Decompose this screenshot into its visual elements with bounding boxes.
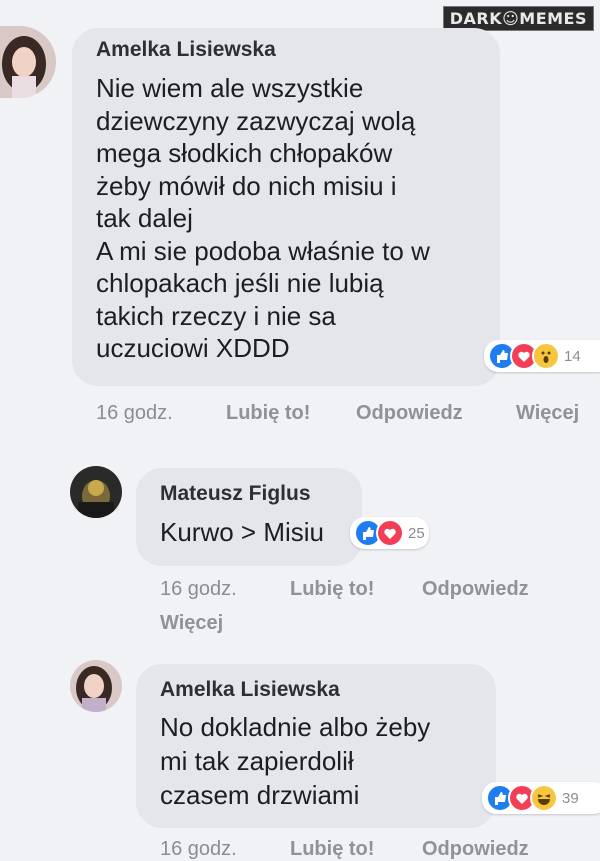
comment-actions: 16 godz. Lubię to! Odpowiedz bbox=[160, 838, 529, 861]
comment-line: No dokladnie albo żeby bbox=[160, 712, 431, 742]
comment-line: mega słodkich chłopaków bbox=[96, 138, 393, 168]
comment-actions: 16 godz. Lubię to! Odpowiedz bbox=[160, 578, 529, 601]
reaction-count: 25 bbox=[408, 524, 425, 542]
reactions-summary[interactable]: 25 bbox=[350, 517, 429, 549]
comment-line: chlopakach jeśli nie lubią bbox=[96, 268, 384, 298]
comment-text: Kurwo > Misiu bbox=[160, 516, 324, 548]
comment-line: uczuciowi XDDD bbox=[96, 333, 290, 363]
comment-timestamp[interactable]: 16 godz. bbox=[96, 402, 226, 425]
comment-text: No dokladnie albo żeby mi tak zapierdoli… bbox=[160, 710, 430, 812]
comment-actions-more: Więcej bbox=[160, 612, 223, 635]
avatar[interactable] bbox=[70, 660, 122, 712]
reactions-summary[interactable]: 14 bbox=[484, 340, 600, 372]
comment-line: żeby mówił do nich misiu i bbox=[96, 170, 397, 201]
reactions-summary[interactable]: 39 bbox=[482, 782, 600, 814]
avatar[interactable] bbox=[70, 466, 122, 518]
comment-line: mi tak zapierdolił bbox=[160, 746, 354, 776]
more-link[interactable]: Więcej bbox=[160, 612, 223, 635]
like-link[interactable]: Lubię to! bbox=[290, 578, 422, 601]
wow-icon bbox=[532, 342, 560, 370]
comment-actions: 16 godz. Lubię to! Odpowiedz Więcej bbox=[96, 402, 579, 425]
like-link[interactable]: Lubię to! bbox=[290, 838, 422, 861]
avatar[interactable] bbox=[0, 26, 56, 98]
reply-link[interactable]: Odpowiedz bbox=[356, 402, 516, 425]
like-link[interactable]: Lubię to! bbox=[226, 402, 356, 425]
comment-line: takich rzeczy i nie sa bbox=[96, 300, 336, 331]
comment-line: tak dalej bbox=[96, 203, 193, 233]
comment-line: Kurwo > Misiu bbox=[160, 517, 324, 547]
comment-author[interactable]: Amelka Lisiewska bbox=[96, 38, 276, 62]
reply-link[interactable]: Odpowiedz bbox=[422, 578, 529, 601]
reply-link[interactable]: Odpowiedz bbox=[422, 838, 529, 861]
comment-line: dziewczyny zazwyczaj wolą bbox=[96, 105, 416, 136]
comment-timestamp[interactable]: 16 godz. bbox=[160, 578, 290, 601]
comment-timestamp[interactable]: 16 godz. bbox=[160, 838, 290, 861]
comment-author[interactable]: Amelka Lisiewska bbox=[160, 678, 340, 702]
comment-line: A mi sie podoba właśnie to w bbox=[96, 235, 430, 266]
comment-text: Nie wiem ale wszystkie dziewczyny zazwyc… bbox=[96, 72, 430, 365]
comment-line: czasem drzwiami bbox=[160, 780, 360, 810]
comment-author[interactable]: Mateusz Figlus bbox=[160, 482, 311, 506]
love-icon bbox=[376, 519, 404, 547]
more-link[interactable]: Więcej bbox=[516, 402, 579, 425]
reaction-count: 14 bbox=[564, 347, 581, 365]
haha-icon bbox=[530, 784, 558, 812]
comment-line: Nie wiem ale wszystkie bbox=[96, 73, 364, 103]
reaction-count: 39 bbox=[562, 789, 579, 807]
